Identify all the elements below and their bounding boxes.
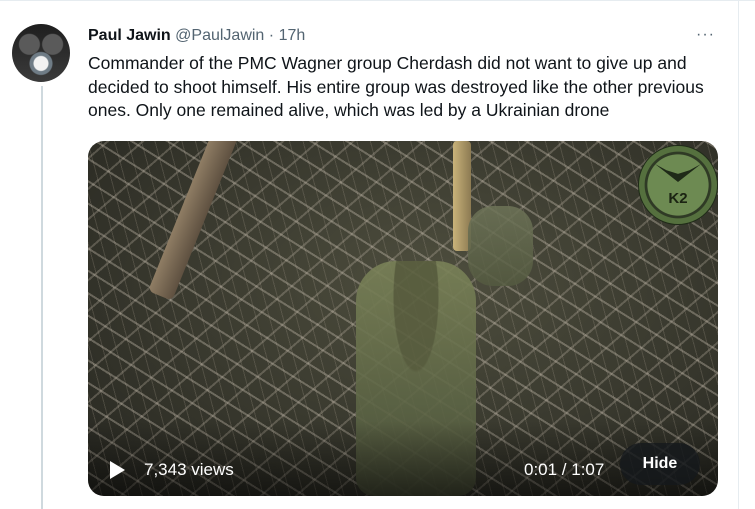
watermark-bird-icon	[655, 164, 701, 182]
tweet-text: Commander of the PMC Wagner group Cherda…	[88, 53, 704, 120]
view-count: 7,343 views	[144, 460, 234, 479]
tweet-timestamp[interactable]: 17h	[279, 27, 306, 44]
avatar[interactable]	[12, 24, 70, 82]
watermark-logo: K2	[638, 145, 718, 225]
thread-line	[41, 86, 43, 509]
timeline-border-right	[738, 0, 739, 509]
video-frame-log	[148, 141, 259, 301]
watermark-text: K2	[668, 190, 688, 207]
separator-dot: ·	[268, 27, 275, 44]
video-player[interactable]: K2 7,343 views 0:01 / 1:07 Hide	[88, 141, 718, 496]
timeline-border-top	[0, 0, 755, 1]
play-icon[interactable]	[110, 461, 125, 479]
hide-button[interactable]: Hide	[620, 443, 700, 485]
tweet-header: Paul Jawin @PaulJawin · 17h	[88, 26, 305, 46]
more-options-icon[interactable]: ···	[696, 26, 715, 44]
author-handle[interactable]: @PaulJawin	[175, 27, 264, 44]
video-frame-figure-background	[468, 206, 533, 286]
video-timer: 0:01 / 1:07	[524, 460, 605, 479]
author-name[interactable]: Paul Jawin	[88, 27, 171, 44]
